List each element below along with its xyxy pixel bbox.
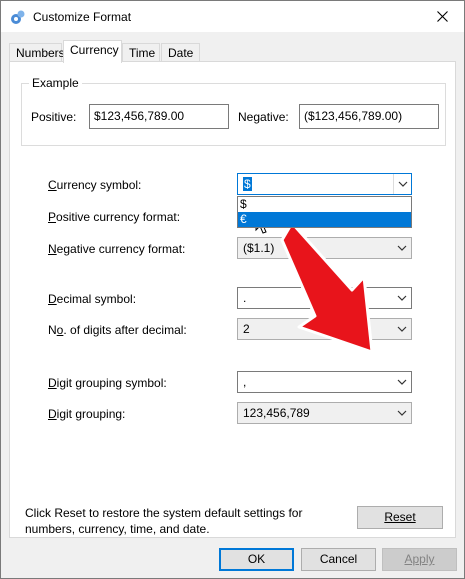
- currency-symbol-label: Currency symbol:: [48, 178, 142, 192]
- dropdown-option-dollar[interactable]: $: [238, 197, 411, 212]
- currency-tab-panel: Example Positive: $123,456,789.00 Negati…: [9, 61, 456, 538]
- chevron-down-icon: [397, 245, 407, 251]
- digits-after-decimal-value: 2: [243, 322, 250, 336]
- ok-button[interactable]: OK: [219, 548, 294, 571]
- customize-format-dialog: Customize Format Numbers Currency Time D…: [0, 0, 465, 579]
- reset-button[interactable]: Reset: [357, 506, 443, 529]
- negative-format-value: ($1.1): [243, 241, 275, 255]
- chevron-down-icon: [397, 295, 407, 301]
- close-button[interactable]: [420, 1, 464, 32]
- reset-button-label: Reset: [384, 510, 416, 524]
- digit-grouping-symbol-value: ,: [243, 375, 247, 389]
- currency-symbol-select[interactable]: $: [237, 173, 412, 195]
- close-icon: [436, 11, 448, 22]
- reset-note-line-2: numbers, currency, time, and date.: [25, 522, 210, 536]
- window-title: Customize Format: [33, 10, 132, 24]
- tab-numbers[interactable]: Numbers: [9, 43, 65, 62]
- positive-format-label: Positive currency format:: [48, 210, 181, 224]
- digit-grouping-value: 123,456,789: [243, 406, 310, 420]
- digit-grouping-symbol-label: Digit grouping symbol:: [48, 376, 167, 390]
- chevron-down-icon: [397, 379, 407, 385]
- negative-label: Negative:: [238, 110, 289, 124]
- currency-symbol-value: $: [243, 177, 252, 191]
- chevron-down-icon: [397, 326, 407, 332]
- dropdown-option-euro[interactable]: €: [238, 212, 411, 227]
- digit-grouping-select[interactable]: 123,456,789: [237, 402, 412, 424]
- cancel-button[interactable]: Cancel: [301, 548, 376, 571]
- negative-example-field: ($123,456,789.00): [299, 104, 439, 129]
- tab-currency[interactable]: Currency: [63, 40, 122, 63]
- positive-example-field: $123,456,789.00: [89, 104, 229, 129]
- negative-format-select[interactable]: ($1.1): [237, 237, 412, 259]
- apply-button-label: Apply: [404, 552, 435, 566]
- app-icon: [11, 10, 25, 24]
- tab-time[interactable]: Time: [122, 43, 160, 62]
- title-bar: Customize Format: [1, 1, 464, 32]
- example-groupbox: Example Positive: $123,456,789.00 Negati…: [21, 76, 446, 146]
- chevron-down-icon: [398, 181, 408, 187]
- apply-button[interactable]: Apply: [382, 548, 457, 571]
- digit-grouping-symbol-select[interactable]: ,: [237, 371, 412, 393]
- negative-format-label: Negative currency format:: [48, 242, 186, 256]
- currency-symbol-dropdown-button[interactable]: [393, 174, 411, 194]
- currency-symbol-dropdown-list: $ €: [237, 196, 412, 228]
- decimal-symbol-value: .: [243, 291, 247, 305]
- digits-after-decimal-label: No. of digits after decimal:: [48, 323, 187, 337]
- decimal-symbol-select[interactable]: .: [237, 287, 412, 309]
- positive-label: Positive:: [31, 110, 77, 124]
- tab-date[interactable]: Date: [161, 43, 200, 62]
- decimal-symbol-label: Decimal symbol:: [48, 292, 137, 306]
- digits-after-decimal-select[interactable]: 2: [237, 318, 412, 340]
- chevron-down-icon: [397, 410, 407, 416]
- example-legend: Example: [29, 76, 82, 90]
- reset-note-line-1: Click Reset to restore the system defaul…: [25, 506, 303, 520]
- digit-grouping-label: Digit grouping:: [48, 407, 126, 421]
